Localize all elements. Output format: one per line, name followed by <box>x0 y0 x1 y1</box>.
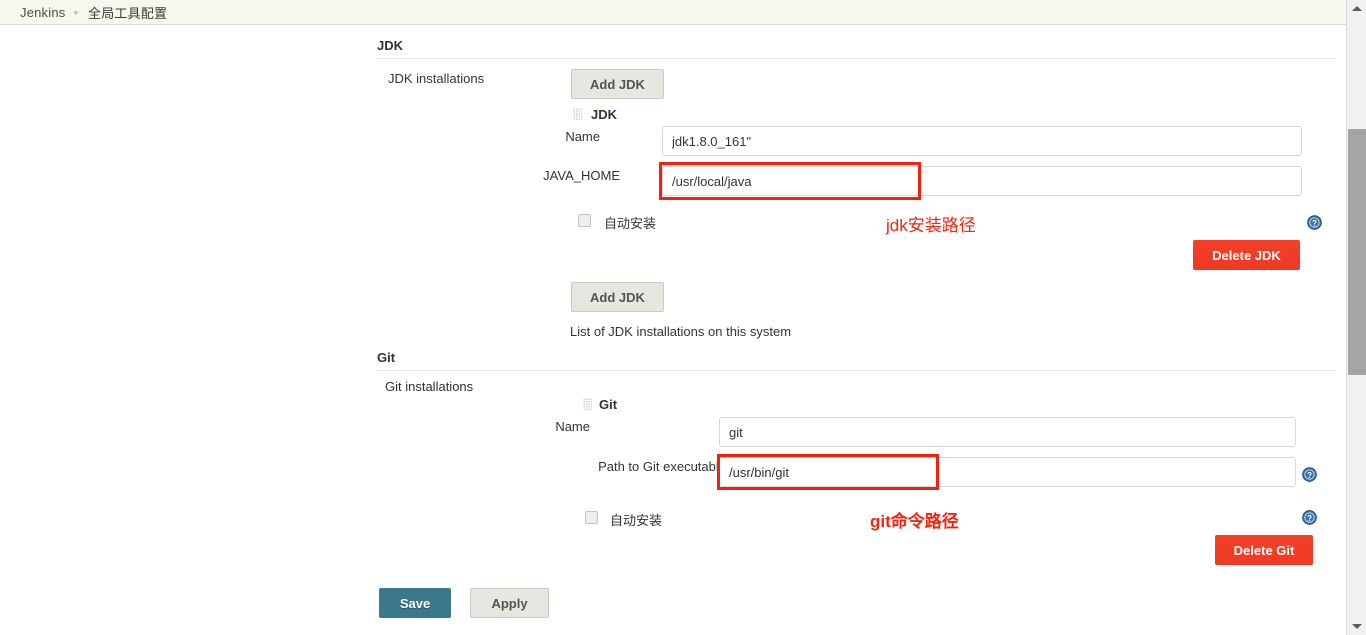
breadcrumb-current-page[interactable]: 全局工具配置 <box>88 3 167 22</box>
page-scrollbar[interactable] <box>1346 0 1366 635</box>
git-section-heading: Git <box>377 350 396 365</box>
jdk-path-annotation-text: jdk安装路径 <box>886 216 976 235</box>
breadcrumb-separator-icon: ▸ <box>74 6 80 17</box>
jdk-section-divider <box>377 58 1335 59</box>
git-path-annotation-text: git命令路径 <box>870 512 959 531</box>
jdk-java-home-label: JAVA_HOME <box>543 168 620 183</box>
svg-text:?: ? <box>1307 471 1312 480</box>
git-name-input[interactable] <box>719 417 1296 447</box>
delete-jdk-button[interactable]: Delete JDK <box>1193 240 1300 270</box>
config-page-body: JDK JDK installations Add JDK JDK Name J… <box>0 26 1346 635</box>
git-installations-label: Git installations <box>385 379 474 394</box>
git-section-divider <box>377 370 1335 371</box>
svg-text:?: ? <box>1307 514 1312 523</box>
svg-text:?: ? <box>1312 219 1317 228</box>
scrollbar-up-arrow-icon[interactable] <box>1347 0 1366 17</box>
apply-button[interactable]: Apply <box>470 588 549 618</box>
git-name-label: Name <box>555 419 590 434</box>
save-button[interactable]: Save <box>379 588 451 618</box>
jdk-java-home-input[interactable] <box>662 166 1302 196</box>
add-jdk-button-bottom[interactable]: Add JDK <box>571 282 664 312</box>
jdk-auto-install-checkbox[interactable] <box>578 214 591 227</box>
git-path-label: Path to Git executable <box>598 459 726 474</box>
git-item-title: Git <box>599 397 618 412</box>
breadcrumb-bar: Jenkins ▸ 全局工具配置 <box>0 0 1346 25</box>
git-auto-install-checkbox[interactable] <box>585 511 598 524</box>
delete-git-button[interactable]: Delete Git <box>1215 535 1313 565</box>
add-jdk-button-top[interactable]: Add JDK <box>571 69 664 99</box>
git-drag-handle-icon[interactable] <box>583 398 592 411</box>
breadcrumb-root-link[interactable]: Jenkins <box>20 5 65 20</box>
jdk-auto-install-label[interactable]: 自动安装 <box>604 213 656 232</box>
jdk-name-label: Name <box>565 129 600 144</box>
git-path-help-question-icon[interactable]: ? <box>1302 467 1317 482</box>
scrollbar-thumb[interactable] <box>1348 129 1366 375</box>
jdk-list-hint-text: List of JDK installations on this system <box>570 324 792 339</box>
jdk-drag-handle-icon[interactable] <box>573 108 582 121</box>
jdk-item-title: JDK <box>591 107 618 122</box>
scrollbar-down-arrow-icon[interactable] <box>1347 618 1366 635</box>
jdk-section-heading: JDK <box>377 38 404 53</box>
jdk-help-question-icon[interactable]: ? <box>1307 215 1322 230</box>
jdk-installations-label: JDK installations <box>388 71 485 86</box>
git-path-input[interactable] <box>719 457 1296 487</box>
git-auto-install-label[interactable]: 自动安装 <box>610 510 662 529</box>
jdk-name-input[interactable] <box>662 126 1302 156</box>
git-auto-install-help-question-icon[interactable]: ? <box>1302 510 1317 525</box>
